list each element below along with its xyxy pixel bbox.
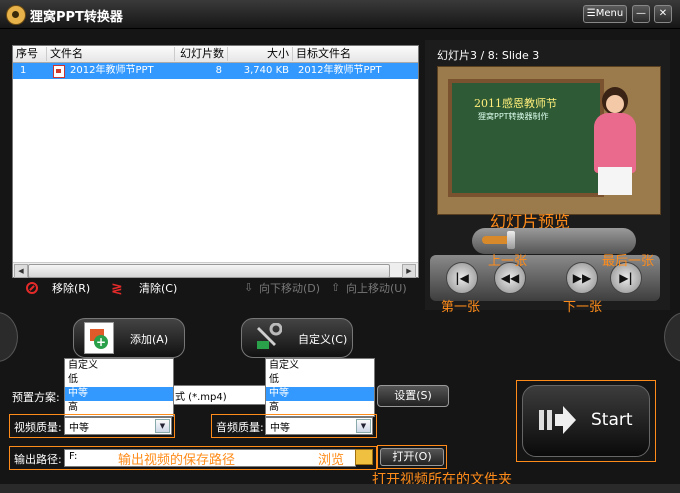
custom-button[interactable]: 自定义(C): [241, 318, 353, 358]
figure-body: [594, 113, 636, 173]
preset-label: 预置方案:: [12, 391, 60, 404]
dropdown-option-selected[interactable]: 中等: [65, 387, 173, 401]
remove-button[interactable]: 移除(R): [52, 281, 90, 297]
slide-subtitle: 狸窝PPT转换器制作: [478, 112, 549, 121]
dropdown-option[interactable]: 自定义: [65, 359, 173, 373]
status-bar: [0, 484, 680, 493]
preset-value: 式 (*.mp4): [175, 392, 227, 403]
dropdown-option[interactable]: 高: [65, 401, 173, 415]
file-list[interactable]: 序号 文件名 幻灯片数 大小 目标文件名 1 2012年教师节PPT 8 3,7…: [12, 45, 419, 278]
next-annotation: 下一张: [563, 300, 603, 315]
settings-button[interactable]: 设置(S): [377, 385, 449, 407]
scroll-left-icon[interactable]: ◀: [14, 264, 28, 278]
left-decor: [0, 312, 18, 362]
browse-annotation: 浏览: [318, 453, 345, 468]
move-down-button[interactable]: 向下移动(D): [259, 281, 320, 297]
first-slide-button[interactable]: |◀: [446, 262, 478, 294]
start-button[interactable]: Start: [522, 385, 650, 457]
last-annotation: 最后一张: [602, 254, 655, 269]
audio-quality-value: 中等: [270, 423, 290, 434]
output-path-annotation: 输出视频的保存路径: [118, 453, 236, 468]
plus-icon: +: [94, 335, 108, 349]
column-header-index[interactable]: 序号: [13, 47, 47, 61]
app-logo-icon: [6, 5, 26, 25]
video-quality-select[interactable]: 中等 ▼: [64, 417, 172, 435]
list-header: 序号 文件名 幻灯片数 大小 目标文件名: [13, 46, 418, 63]
add-button-label: 添加(A): [130, 333, 169, 346]
dropdown-option-selected[interactable]: 中等: [266, 387, 374, 401]
add-button[interactable]: + 添加(A): [73, 318, 185, 358]
ppt-file-icon: [53, 65, 65, 78]
move-up-button[interactable]: 向上移动(U): [346, 281, 407, 297]
audio-quality-label: 音频质量:: [216, 421, 264, 434]
row-filename: 2012年教师节PPT: [70, 65, 154, 76]
column-header-target[interactable]: 目标文件名: [293, 47, 418, 61]
output-path-value: F:: [69, 451, 78, 462]
slide-title: 2011感恩教师节: [474, 97, 557, 110]
figure-skirt: [598, 167, 632, 195]
video-quality-dropdown-list[interactable]: 自定义 低 中等 高: [64, 358, 174, 417]
right-decor: [664, 312, 680, 362]
window-title: 狸窝PPT转换器: [30, 10, 123, 25]
remove-icon[interactable]: [26, 282, 38, 294]
first-annotation: 第一张: [441, 300, 481, 315]
row-target: 2012年教师节PPT: [298, 65, 382, 76]
figure-face: [606, 95, 624, 113]
folder-icon[interactable]: [355, 449, 373, 465]
next-slide-button[interactable]: ▶▶: [566, 262, 598, 294]
preview-slide-counter: 幻灯片3 / 8: Slide 3: [437, 49, 540, 62]
close-button[interactable]: ✕: [654, 5, 672, 23]
clear-icon[interactable]: ≷: [111, 281, 123, 297]
scrollbar-thumb[interactable]: [28, 264, 390, 278]
row-slides: 8: [215, 65, 222, 76]
column-header-size[interactable]: 大小: [228, 47, 293, 61]
custom-button-label: 自定义(C): [298, 333, 348, 346]
minimize-button[interactable]: —: [632, 5, 650, 23]
horizontal-scrollbar[interactable]: ◀ ▶: [13, 262, 418, 278]
move-down-icon: ⇩: [244, 281, 254, 294]
chalkboard: 2011感恩教师节 狸窝PPT转换器制作: [448, 79, 604, 197]
scroll-right-icon[interactable]: ▶: [402, 264, 416, 278]
audio-quality-dropdown-list[interactable]: 自定义 低 中等 高: [265, 358, 375, 417]
start-label: Start: [591, 410, 633, 430]
dropdown-option[interactable]: 高: [266, 401, 374, 415]
arrow-right-icon: [539, 406, 576, 434]
row-size: 3,740 KB: [243, 65, 289, 76]
video-quality-label: 视频质量:: [14, 421, 62, 434]
prev-annotation: 上一张: [488, 254, 528, 269]
chevron-down-icon[interactable]: ▼: [356, 419, 371, 433]
dropdown-option[interactable]: 低: [65, 373, 173, 387]
tools-icon: [257, 323, 282, 349]
column-header-slides[interactable]: 幻灯片数: [175, 47, 228, 61]
table-row[interactable]: 1 2012年教师节PPT 8 3,740 KB 2012年教师节PPT: [13, 63, 418, 79]
audio-quality-select[interactable]: 中等 ▼: [265, 417, 373, 435]
teacher-figure: [588, 87, 644, 197]
dropdown-option[interactable]: 低: [266, 373, 374, 387]
move-up-icon: ⇧: [331, 281, 341, 294]
column-header-filename[interactable]: 文件名: [47, 47, 175, 61]
dropdown-option[interactable]: 自定义: [266, 359, 374, 373]
chevron-down-icon[interactable]: ▼: [155, 419, 170, 433]
row-index: 1: [20, 65, 27, 76]
open-folder-button[interactable]: 打开(O): [380, 448, 444, 466]
slide-preview-image: 2011感恩教师节 狸窝PPT转换器制作: [437, 66, 661, 215]
video-quality-value: 中等: [69, 423, 89, 434]
menu-button[interactable]: ☰Menu: [583, 5, 627, 23]
output-path-label: 输出路径:: [14, 453, 62, 466]
clear-button[interactable]: 清除(C): [139, 281, 177, 297]
slider-thumb[interactable]: [506, 231, 515, 249]
